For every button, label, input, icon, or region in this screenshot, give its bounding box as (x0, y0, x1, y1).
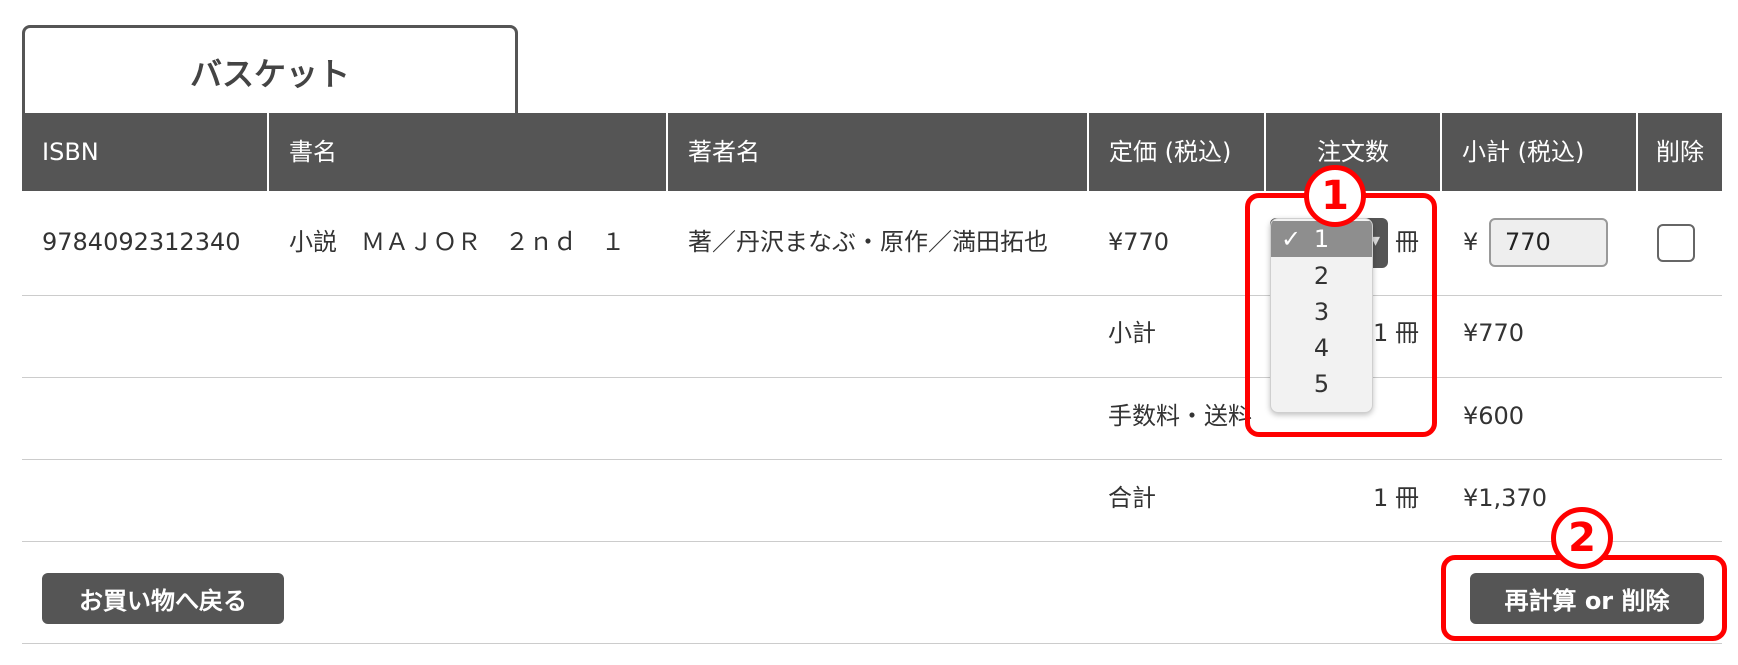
annotation-box-quantity (1245, 193, 1437, 437)
row-divider (22, 541, 1722, 542)
item-isbn: 9784092312340 (42, 228, 241, 256)
summary-subtotal-label: 小計 (1108, 319, 1156, 347)
footer-divider (22, 643, 1722, 644)
summary-total-qty: 1 (1373, 484, 1389, 512)
table-header: ISBN 書名 著者名 定価 (税込) 注文数 小計 (税込) 削除 (22, 113, 1722, 191)
summary-fee-label: 手数料・送料 (1108, 402, 1252, 430)
yen-prefix: ¥ (1463, 228, 1479, 256)
summary-total-amount: ¥1,370 (1463, 484, 1547, 512)
header-subtotal: 小計 (税込) (1442, 113, 1638, 191)
item-price: ¥770 (1108, 228, 1170, 256)
header-author: 著者名 (668, 113, 1089, 191)
item-author: 著／丹沢まなぶ・原作／満田拓也 (688, 228, 1048, 256)
annotation-badge-1: 1 (1304, 165, 1366, 227)
annotation-badge-2: 2 (1551, 507, 1613, 569)
delete-checkbox[interactable] (1657, 224, 1695, 262)
row-divider (22, 295, 1722, 296)
summary-fee-amount: ¥600 (1463, 402, 1525, 430)
row-divider (22, 377, 1722, 378)
tab-basket-label: バスケット (189, 54, 350, 93)
line-subtotal-field[interactable]: 770 (1489, 218, 1608, 267)
header-isbn: ISBN (22, 113, 269, 191)
summary-subtotal-amount: ¥770 (1463, 319, 1525, 347)
header-delete: 削除 (1656, 138, 1704, 166)
row-divider (22, 459, 1722, 460)
header-price: 定価 (税込) (1089, 113, 1266, 191)
back-to-shopping-button[interactable]: お買い物へ戻る (42, 573, 284, 624)
summary-total-label: 合計 (1108, 484, 1156, 512)
item-title: 小説 ＭＡＪＯＲ ２ｎｄ １ (289, 228, 625, 256)
header-title: 書名 (269, 113, 668, 191)
tab-basket[interactable]: バスケット (22, 25, 518, 115)
summary-total-unit: 冊 (1395, 484, 1419, 512)
